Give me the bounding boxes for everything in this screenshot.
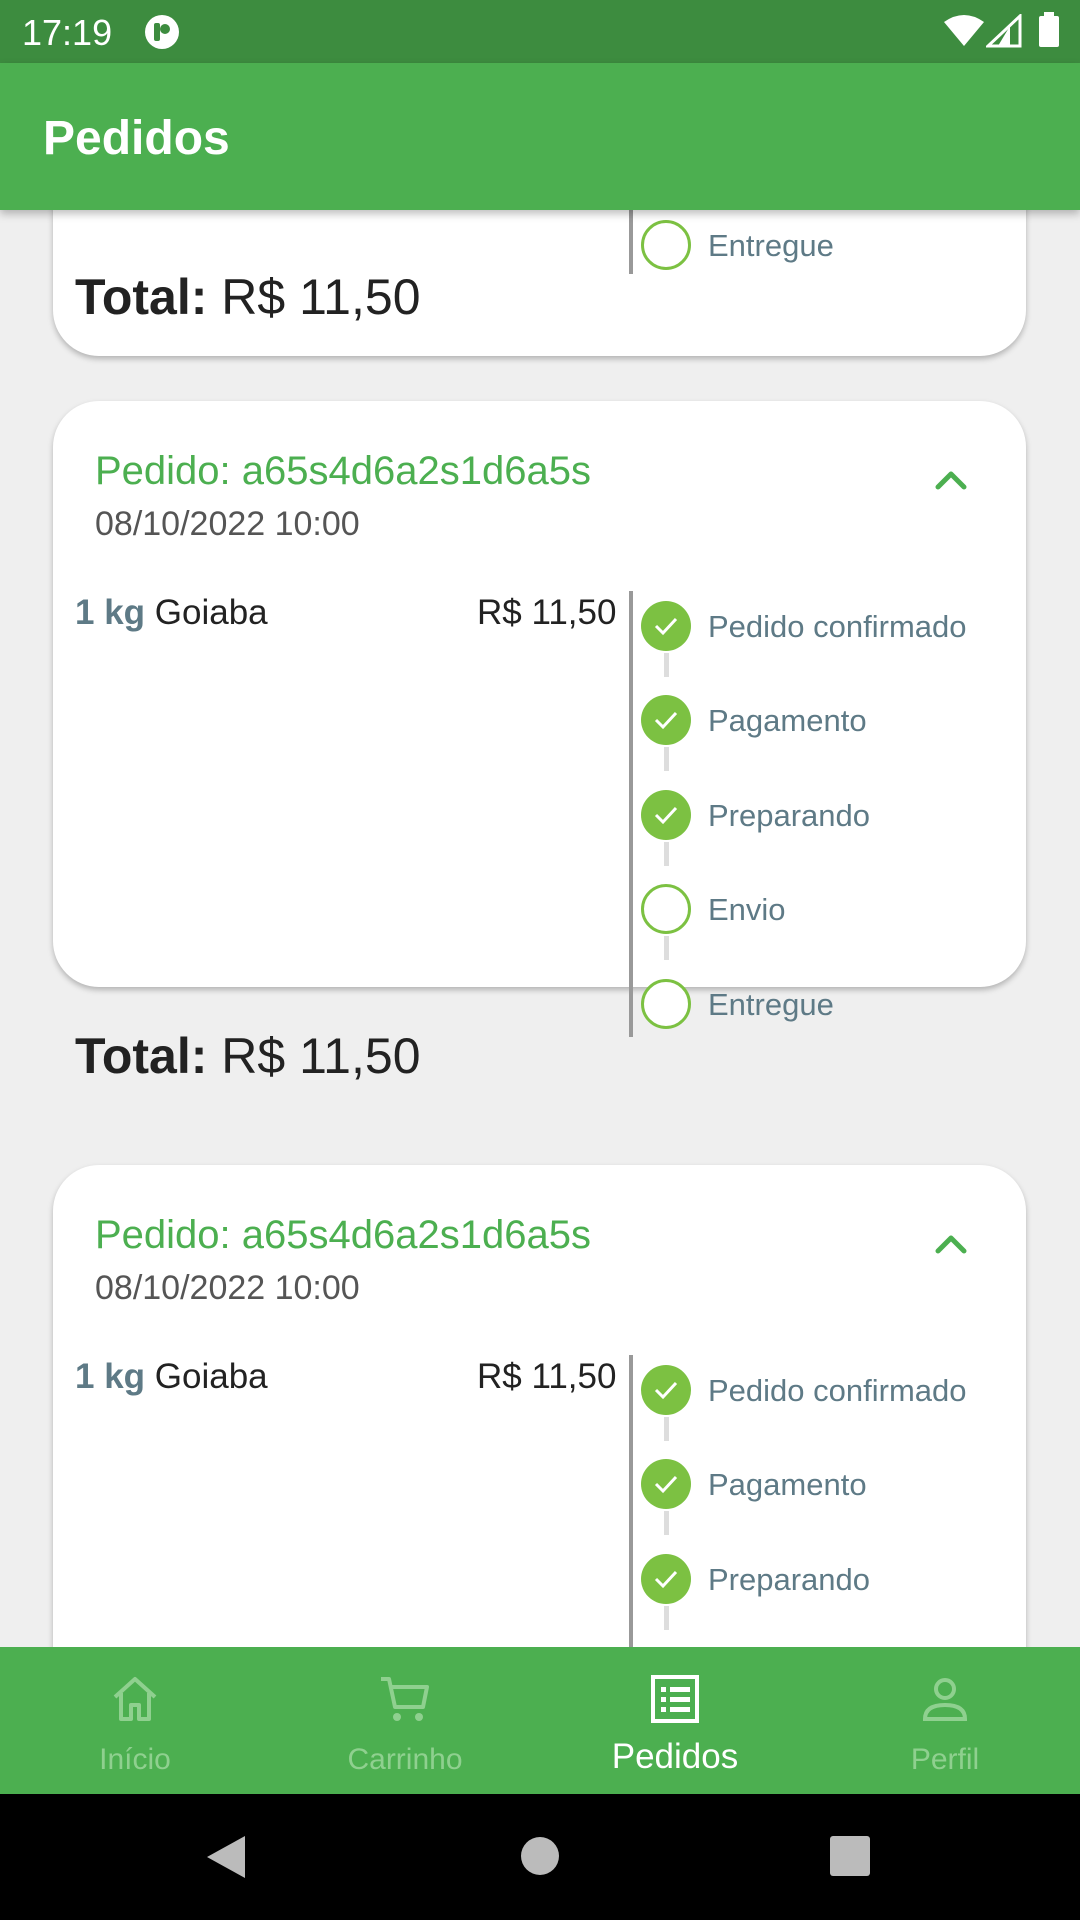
orders-icon <box>647 1671 703 1727</box>
nav-label: Início <box>99 1743 171 1776</box>
nav-item-pedidos[interactable]: Pedidos <box>540 1647 810 1794</box>
total-value: R$ 11,50 <box>221 269 421 325</box>
notification-icon <box>143 13 181 56</box>
check-icon <box>641 601 691 651</box>
nav-label: Perfil <box>910 1743 980 1776</box>
order-id: Pedido: a65s4d6a2s1d6a5s <box>95 449 591 493</box>
order-item: 1 kg Goiaba <box>75 1357 268 1397</box>
order-card: Entregue Total: R$ 11,50 <box>53 210 1026 356</box>
page-title: Pedidos <box>43 112 230 165</box>
order-item: 1 kg Goiaba <box>75 593 268 633</box>
nav-label: Pedidos <box>611 1737 739 1776</box>
orders-list[interactable]: Entregue Total: R$ 11,50 Pedido: a65s4d6… <box>0 210 1080 1647</box>
check-icon <box>641 1365 691 1415</box>
timeline-step: Envio <box>641 884 1021 938</box>
timeline-step: Preparando <box>641 790 1021 844</box>
check-icon <box>641 1554 691 1604</box>
step-connector <box>664 1606 669 1630</box>
step-connector <box>664 1511 669 1535</box>
step-label: Pedido confirmado <box>708 609 967 644</box>
order-total: Total: R$ 11,50 <box>75 268 421 326</box>
timeline-line <box>629 210 633 274</box>
item-qty: 1 kg <box>75 1357 146 1396</box>
item-name: Goiaba <box>154 593 268 632</box>
timeline-line <box>629 1355 633 1647</box>
person-icon <box>917 1671 973 1727</box>
step-label: Pedido confirmado <box>708 1373 967 1408</box>
item-qty: 1 kg <box>75 593 146 632</box>
step-connector <box>664 653 669 677</box>
step-label: Preparando <box>708 798 871 833</box>
recents-icon[interactable] <box>830 1836 870 1876</box>
nav-label: Carrinho <box>347 1743 463 1776</box>
step-label: Entregue <box>708 228 834 263</box>
item-name: Goiaba <box>154 1357 268 1396</box>
step-label: Envio <box>708 892 786 927</box>
step-connector <box>664 747 669 771</box>
chevron-up-icon[interactable] <box>928 457 974 503</box>
step-label: Preparando <box>708 1562 871 1597</box>
back-icon[interactable] <box>205 1834 247 1880</box>
signal-icon <box>984 12 1022 53</box>
status-time: 17:19 <box>22 12 113 53</box>
order-id: Pedido: a65s4d6a2s1d6a5s <box>95 1213 591 1257</box>
battery-icon <box>1038 12 1060 53</box>
timeline-step: Pedido confirmado <box>641 601 1021 655</box>
chevron-up-icon[interactable] <box>928 1221 974 1267</box>
status-bar: 17:19 <box>0 0 1080 63</box>
total-label: Total: <box>75 269 208 325</box>
check-icon <box>641 790 691 840</box>
step-connector <box>664 1417 669 1441</box>
step-label: Entregue <box>708 987 834 1022</box>
nav-item-inicio[interactable]: Início <box>0 1647 270 1794</box>
total-value: R$ 11,50 <box>221 1028 421 1084</box>
item-price: R$ 11,50 <box>477 1357 617 1396</box>
order-date: 08/10/2022 10:00 <box>95 505 360 543</box>
timeline-step: Preparando <box>641 1554 1021 1608</box>
timeline-step: Entregue <box>641 979 1021 1033</box>
step-pending-icon <box>641 884 691 934</box>
check-icon <box>641 695 691 745</box>
order-card: Pedido: a65s4d6a2s1d6a5s 08/10/2022 10:0… <box>53 1165 1026 1647</box>
nav-item-carrinho[interactable]: Carrinho <box>270 1647 540 1794</box>
timeline-step: Pedido confirmado <box>641 1365 1021 1419</box>
cart-icon <box>377 1671 433 1727</box>
step-label: Pagamento <box>708 703 867 738</box>
order-total: Total: R$ 11,50 <box>75 1027 421 1085</box>
order-date: 08/10/2022 10:00 <box>95 1269 360 1307</box>
timeline-step: Pagamento <box>641 1459 1021 1513</box>
step-connector <box>664 936 669 960</box>
nav-item-perfil[interactable]: Perfil <box>810 1647 1080 1794</box>
wifi-icon <box>944 14 984 53</box>
step-connector <box>664 842 669 866</box>
step-pending-icon <box>641 220 691 270</box>
timeline-line <box>629 591 633 1037</box>
app-bar: Pedidos <box>0 63 1080 210</box>
bottom-navigation: Início Carrinho Pedidos Perfil <box>0 1647 1080 1794</box>
check-icon <box>641 1459 691 1509</box>
step-label: Pagamento <box>708 1467 867 1502</box>
total-label: Total: <box>75 1028 208 1084</box>
timeline-step: Entregue <box>641 220 1021 274</box>
order-card: Pedido: a65s4d6a2s1d6a5s 08/10/2022 10:0… <box>53 401 1026 1084</box>
step-pending-icon <box>641 979 691 1029</box>
system-navigation-bar <box>0 1794 1080 1920</box>
home-icon <box>107 1671 163 1727</box>
item-price: R$ 11,50 <box>477 593 617 632</box>
home-button-icon[interactable] <box>520 1836 560 1876</box>
timeline-step: Pagamento <box>641 695 1021 749</box>
